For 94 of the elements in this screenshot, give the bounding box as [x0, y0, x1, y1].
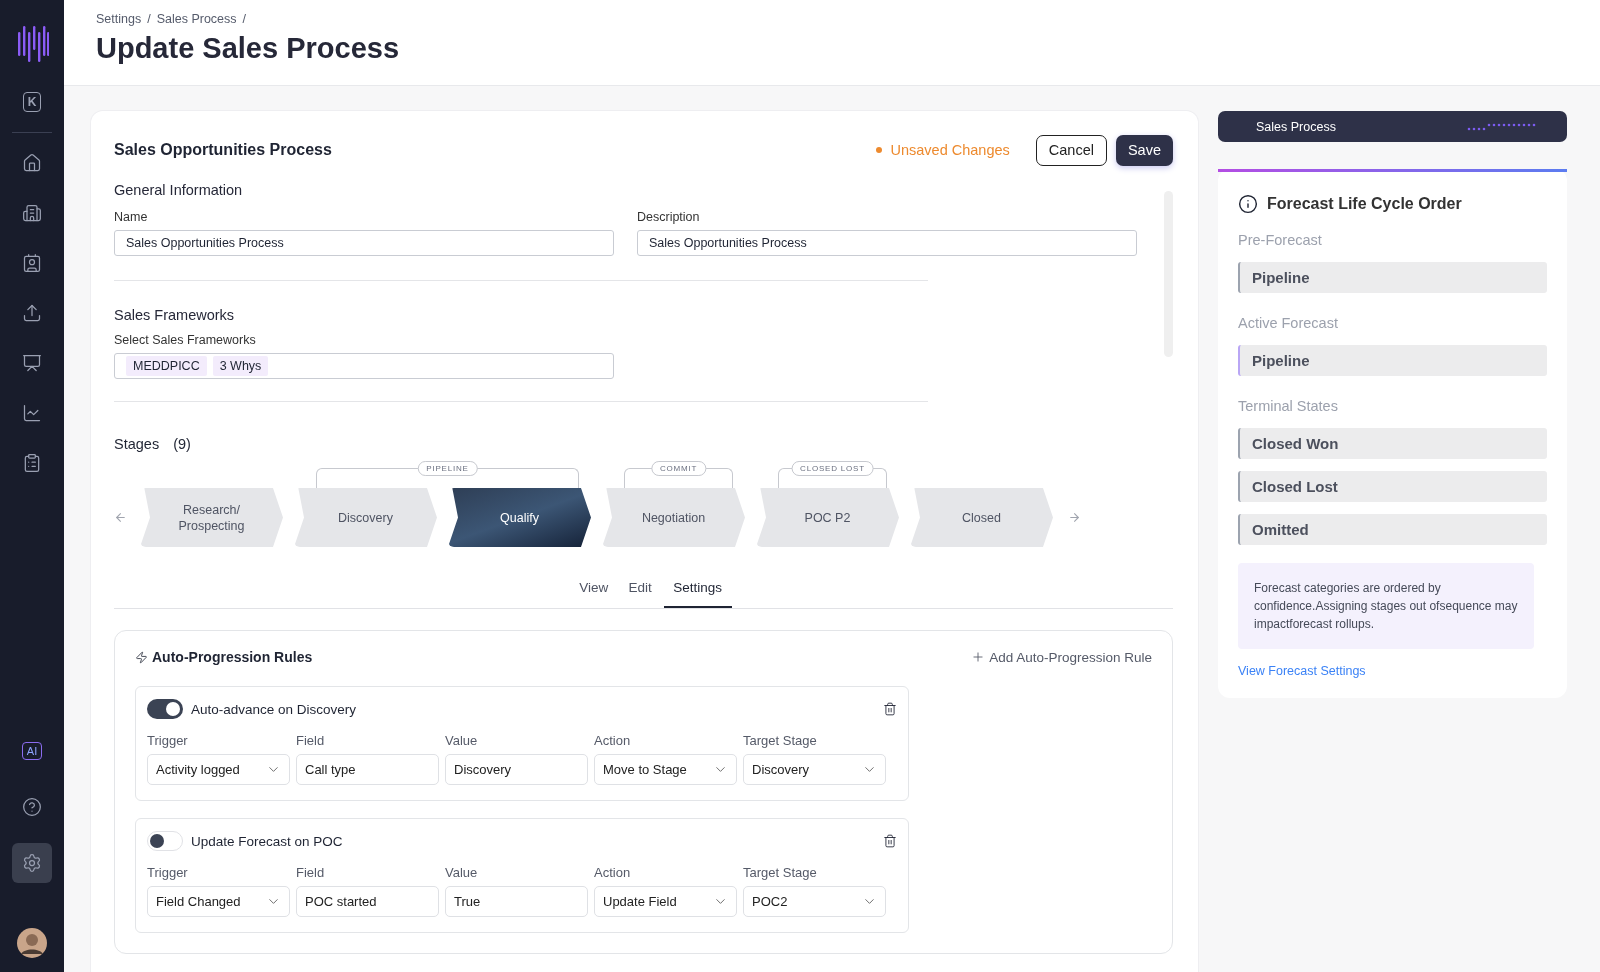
ai-badge-icon: AI	[22, 742, 42, 760]
framework-tag: 3 Whys	[212, 356, 269, 376]
field-label: Field	[296, 865, 326, 880]
field-label: Target Stage	[743, 733, 818, 748]
banner-title: Sales Process	[1256, 119, 1336, 134]
stage-chevron[interactable]: Negotiation	[602, 488, 745, 547]
info-icon	[1238, 194, 1258, 214]
upload-icon	[22, 303, 42, 323]
breadcrumb-separator: /	[242, 12, 247, 26]
save-button[interactable]: Save	[1115, 134, 1173, 166]
avatar[interactable]	[17, 928, 47, 958]
select-field[interactable]: POC2	[743, 886, 886, 917]
text-field[interactable]: Call type	[296, 754, 439, 785]
stage-group-label: PIPELINE	[417, 461, 478, 476]
rules-title: Auto-Progression Rules	[135, 649, 313, 665]
breadcrumb-link[interactable]: Sales Process	[156, 12, 237, 26]
select-field[interactable]: Move to Stage	[594, 754, 737, 785]
section-label: Active Forecast	[1238, 315, 1339, 331]
lightning-icon	[135, 650, 148, 664]
stage-count: (9)	[173, 436, 191, 452]
field-label: Value	[445, 733, 479, 748]
stage-chevron[interactable]: POC P2	[756, 488, 899, 547]
framework-select[interactable]: MEDDPICC 3 Whys	[114, 353, 614, 379]
settings-icon	[22, 853, 42, 873]
chart-icon	[22, 403, 42, 423]
field-label: Description	[637, 210, 701, 224]
delete-icon[interactable]	[883, 702, 897, 716]
text-field[interactable]: True	[445, 886, 588, 917]
clipboard-icon	[22, 453, 42, 473]
rule-name: Update Forecast on POC	[191, 833, 344, 849]
stage-group-label: CLOSED LOST	[791, 461, 874, 476]
logo-icon	[15, 24, 49, 62]
field-label: Action	[594, 733, 632, 748]
field-label: Action	[594, 865, 632, 880]
keyboard-key-icon: K	[23, 92, 41, 112]
card-title: Forecast Life Cycle Order	[1267, 195, 1462, 213]
presentation-icon	[22, 353, 42, 373]
select-field[interactable]: Update Field	[594, 886, 737, 917]
section-heading: General Information	[114, 182, 244, 198]
stage-chevron[interactable]: Closed	[910, 488, 1053, 547]
help-icon	[22, 797, 42, 817]
field-label: Value	[445, 865, 479, 880]
stages-heading: Stages	[114, 436, 160, 452]
field-label: Field	[296, 733, 326, 748]
field-label: Name	[114, 210, 149, 224]
forecast-settings-link[interactable]: View Forecast Settings	[1238, 664, 1547, 678]
forecast-category[interactable]: Closed Lost	[1238, 471, 1547, 502]
badge-icon	[22, 253, 42, 273]
breadcrumb-separator: /	[147, 12, 151, 26]
breadcrumb-link[interactable]: Settings	[96, 12, 142, 26]
tab[interactable]: Settings	[663, 580, 732, 608]
section-heading: Sales Frameworks	[114, 307, 236, 323]
stage-chevron[interactable]: Discovery	[294, 488, 437, 547]
text-field[interactable]: POC started	[296, 886, 439, 917]
building-icon	[22, 203, 42, 223]
field-label: Target Stage	[743, 865, 818, 880]
text-field[interactable]: Sales Opportunities Process	[637, 230, 1137, 256]
page-title: Update Sales Process	[96, 32, 401, 65]
plus-icon	[971, 650, 986, 664]
field-label: Select Sales Frameworks	[114, 333, 257, 347]
stage-group-label: COMMIT	[650, 461, 707, 476]
stage-chevron[interactable]: Qualify	[448, 488, 591, 547]
section-label: Terminal States	[1238, 398, 1339, 414]
unsaved-status: Unsaved Changes	[876, 142, 1010, 158]
sidebar-button[interactable]: AI	[12, 731, 52, 771]
add-rule-link[interactable]: Add Auto-Progression Rule	[971, 649, 1152, 665]
field-label: Trigger	[147, 733, 189, 748]
toggle-switch[interactable]	[147, 831, 183, 851]
section-label: Pre-Forecast	[1238, 232, 1323, 248]
dots-drawing	[1465, 121, 1536, 132]
info-note: Forecast categories are ordered by confidence.Assigning stages out ofsequence may impactforecast rollups.	[1238, 563, 1534, 649]
toggle-switch[interactable]	[147, 699, 183, 719]
forecast-category[interactable]: Pipeline	[1238, 345, 1547, 376]
forecast-category[interactable]: Omitted	[1238, 514, 1547, 545]
forecast-category[interactable]: Pipeline	[1238, 262, 1547, 293]
sidebar-button[interactable]	[12, 843, 52, 883]
stage-chevron[interactable]: Research/ Prospecting	[140, 488, 283, 547]
rule-name: Auto-advance on Discovery	[191, 701, 358, 717]
text-field[interactable]: Sales Opportunities Process	[114, 230, 614, 256]
select-field[interactable]: Field Changed	[147, 886, 290, 917]
forecast-category[interactable]: Closed Won	[1238, 428, 1547, 459]
select-field[interactable]: Discovery	[743, 754, 886, 785]
status-dot-icon	[876, 147, 883, 153]
text-field[interactable]: Discovery	[445, 754, 588, 785]
delete-icon[interactable]	[883, 834, 897, 848]
process-title: Sales Opportunities Process	[114, 141, 333, 159]
field-label: Trigger	[147, 865, 189, 880]
tab[interactable]: View	[571, 580, 617, 608]
tab[interactable]: Edit	[620, 580, 660, 608]
framework-tag: MEDDPICC	[126, 356, 207, 376]
sidebar-button[interactable]: K	[12, 82, 52, 122]
select-field[interactable]: Activity logged	[147, 754, 290, 785]
cancel-button[interactable]: Cancel	[1035, 134, 1107, 166]
home-icon	[22, 153, 42, 173]
